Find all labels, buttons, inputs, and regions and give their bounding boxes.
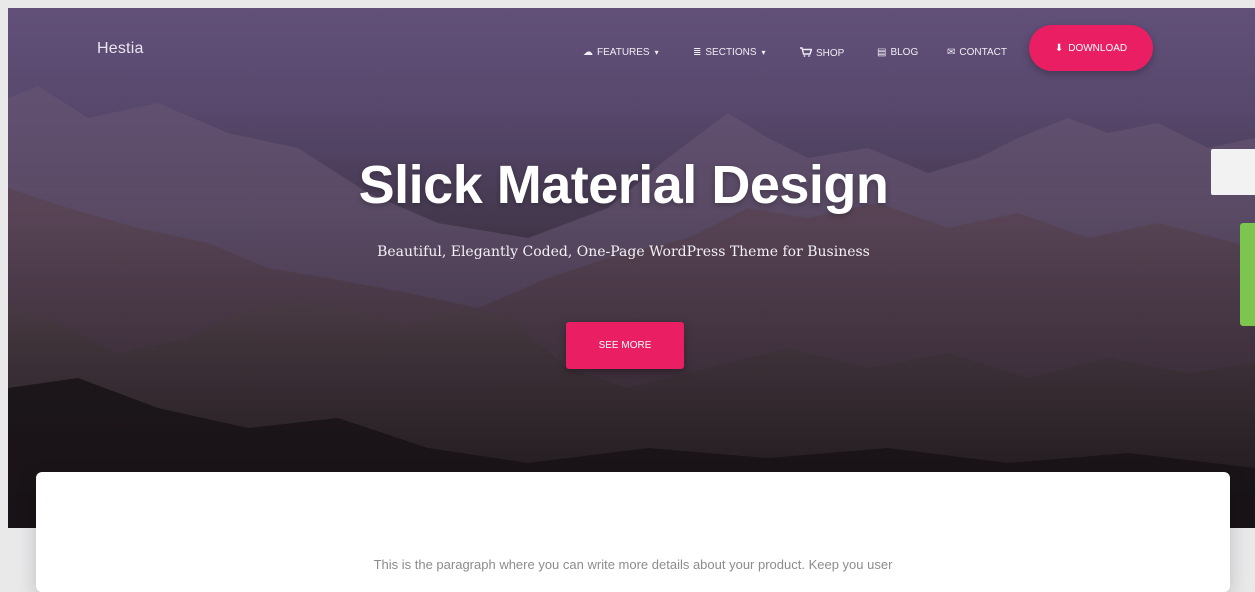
cloud-icon: ☁ [583,46,593,58]
nav-item-label: BLOG [890,47,919,58]
cart-icon [800,47,813,60]
content-card: This is the paragraph where you can writ… [36,472,1230,592]
envelope-icon: ✉ [947,46,956,58]
see-more-button[interactable]: SEE MORE [566,322,684,369]
nav-item-features[interactable]: ☁ FEATURES ▾ [583,47,659,58]
document-icon: ▤ [877,46,887,58]
caret-down-icon: ▾ [761,48,766,57]
download-icon: ⬇ [1054,42,1064,54]
nav-item-label: SHOP [816,48,845,59]
side-feedback-tab[interactable] [1240,223,1255,326]
nav-item-blog[interactable]: ▤ BLOG [877,47,918,58]
nav-item-label: FEATURES [597,47,650,58]
nav-item-label: CONTACT [959,47,1007,58]
nav-item-sections[interactable]: ≣ SECTIONS ▾ [693,47,766,58]
hero-section [8,8,1255,528]
list-icon: ≣ [693,46,702,58]
hero-subtitle: Beautiful, Elegantly Coded, One-Page Wor… [377,244,870,260]
side-panel-tab[interactable] [1211,149,1255,195]
hero-title: Slick Material Design [358,155,889,215]
caret-down-icon: ▾ [654,48,659,57]
nav-item-contact[interactable]: ✉ CONTACT [947,47,1007,58]
download-button[interactable]: ⬇ DOWNLOAD [1029,25,1153,71]
nav-item-label: SECTIONS [705,47,757,58]
nav-item-shop[interactable]: SHOP [800,47,844,60]
site-logo[interactable]: Hestia [97,40,144,58]
product-paragraph: This is the paragraph where you can writ… [373,557,893,572]
download-button-label: DOWNLOAD [1068,42,1128,54]
